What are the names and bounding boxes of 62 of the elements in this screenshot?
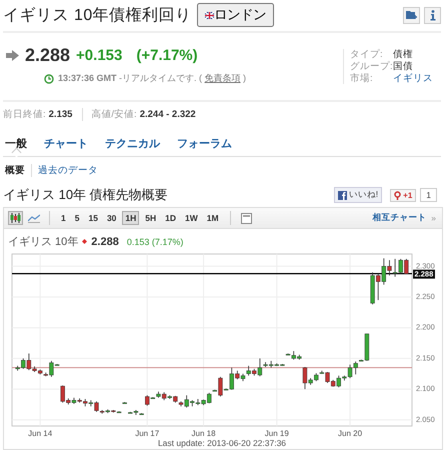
price-change: +0.153 [76,47,122,64]
x-tick-label: Jun 19 [264,429,289,438]
diamond-icon [82,239,88,244]
info-button[interactable] [424,6,441,24]
percent-change: (+7.17%) [136,47,198,64]
interval-button[interactable]: 1W [182,211,201,225]
share-count: 1 [420,188,437,202]
tab[interactable]: 一般 [5,136,27,157]
legend-price: 2.288 [91,236,119,248]
info-label: グループ: [350,61,393,72]
subtab[interactable]: 過去のデータ [31,164,104,177]
interval-button[interactable]: 30 [104,211,120,225]
google-plus-button[interactable]: +1 [390,188,416,202]
last-update-text: Last update: 2013-06-20 22:37:36 [158,438,286,448]
interval-button[interactable]: 5H [142,211,160,225]
facebook-icon [338,190,347,200]
info-icon [430,10,436,20]
interval-button[interactable]: 15 [85,211,101,225]
info-label: 市場: [350,73,374,84]
interval-button[interactable]: 1H [122,211,140,225]
x-tick-label: Jun 17 [135,429,160,438]
stat-value: 2.135 [48,109,72,120]
tab[interactable]: テクニカル [105,136,160,157]
x-tick-label: Jun 18 [192,429,216,438]
folder-plus-icon [406,10,418,20]
interval-button[interactable]: 5 [72,211,82,225]
legend-name: イギリス 10年 [8,235,78,249]
window-icon [240,212,252,224]
stat-value: 2.244 - 2.322 [140,109,196,120]
section-title: イギリス 10年 債権先物概要 [3,186,169,204]
chevron-icon: » [431,213,436,223]
interval-button[interactable]: 1D [162,211,180,225]
line-chart-icon [28,214,40,222]
interval-button[interactable]: 1M [204,211,222,225]
x-tick-label: Jun 14 [28,429,52,438]
clock-icon [44,74,54,84]
info-label: タイプ: [350,49,384,60]
add-to-portfolio-button[interactable] [403,6,420,24]
legend-change: 0.153 (7.17%) [126,236,184,246]
arrow-icon [6,50,19,61]
info-value: 債権 [393,49,414,60]
window-button[interactable] [238,211,254,225]
stat-label: 前日終値: [3,109,46,120]
info-link[interactable]: イギリス [393,73,433,84]
subtab[interactable]: 概要 [5,164,31,177]
disclaimer-link[interactable]: 免責条項 [204,73,241,83]
price-value: 2.288 [25,45,70,66]
tab[interactable]: チャート [44,136,88,157]
chart-type-button[interactable] [8,211,23,225]
like-button[interactable]: いいね! [334,187,382,203]
exchange-button[interactable]: ロンドン [197,3,274,27]
candlestick-icon [10,213,21,223]
interval-button[interactable]: 1 [58,211,69,225]
x-tick-label: Jun 20 [338,429,362,438]
page-title: イギリス 10年債権利回り [3,6,193,26]
stat-label: 高値/安値: [91,109,137,120]
info-value: 国債 [393,61,414,72]
flag-icon [205,12,214,19]
tab[interactable]: フォーラム [177,136,232,157]
time-status-text: 13:37:36 GMT -リアルタイムです. ( 免責条項 ) [58,72,246,85]
candlestick [122,402,127,404]
compare-chart-link[interactable]: 相互チャート [372,212,426,224]
